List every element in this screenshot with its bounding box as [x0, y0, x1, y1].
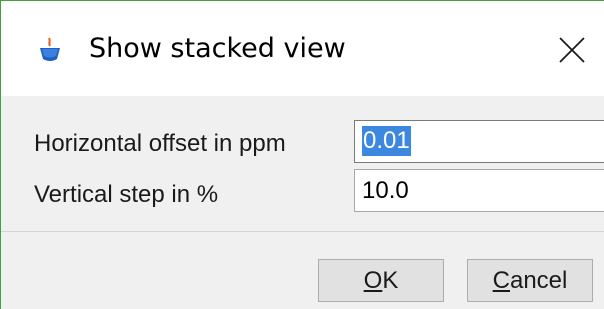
cancel-mnemonic: C — [492, 267, 510, 294]
close-icon — [559, 37, 585, 63]
window-title: Show stacked view — [89, 33, 346, 64]
title-bar[interactable]: Show stacked view — [1, 1, 604, 96]
horizontal-offset-value: 0.01 — [362, 126, 411, 156]
show-stacked-view-dialog: Show stacked view Horizontal offset in p… — [0, 0, 604, 309]
horizontal-offset-input[interactable]: 0.01 — [354, 120, 604, 163]
cancel-button[interactable]: Cancel — [467, 259, 593, 302]
horizontal-offset-label: Horizontal offset in ppm — [34, 130, 286, 157]
close-button[interactable] — [541, 23, 604, 79]
vertical-step-value: 10.0 — [362, 177, 409, 204]
java-coffee-cup-icon — [37, 36, 63, 64]
ok-button[interactable]: OK — [318, 259, 444, 302]
vertical-step-label: Vertical step in % — [34, 181, 219, 208]
cancel-label-rest: ancel — [509, 267, 568, 294]
dialog-footer: OK Cancel — [1, 232, 604, 309]
ok-label-rest: K — [382, 267, 399, 294]
vertical-step-input[interactable]: 10.0 — [354, 169, 604, 212]
ok-mnemonic: O — [363, 267, 383, 294]
dialog-content: Horizontal offset in ppm 0.01 Vertical s… — [1, 96, 604, 231]
